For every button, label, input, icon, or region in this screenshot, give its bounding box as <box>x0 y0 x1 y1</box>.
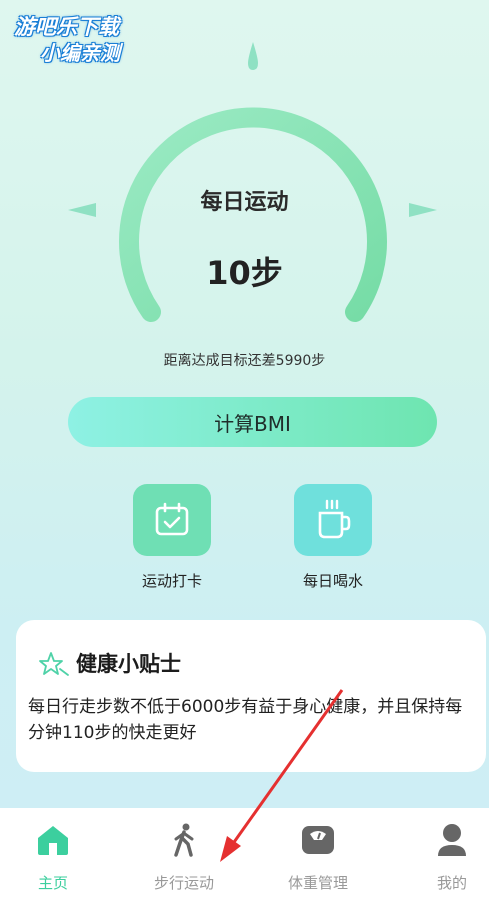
health-tips-card: 健康小贴士 每日行走步数不低于6000步有益于身心健康，并且保持每分钟110步的… <box>16 620 486 772</box>
exercise-checkin-label: 运动打卡 <box>141 572 202 590</box>
cup-icon <box>318 499 351 539</box>
nav-item-mine[interactable]: 我的 <box>402 820 489 893</box>
daily-water-button[interactable]: 每日喝水 <box>278 484 388 591</box>
nav-item-walking[interactable]: 步行运动 <box>134 820 234 893</box>
nav-label-mine: 我的 <box>436 874 467 892</box>
remaining-steps-text: 距离达成目标还差5990步 <box>163 353 326 369</box>
health-tips-title: 健康小贴士 <box>76 652 181 676</box>
walk-icon <box>174 823 194 857</box>
exercise-checkin-button[interactable]: 运动打卡 <box>117 484 227 591</box>
gauge-title: 每日运动 <box>200 190 289 215</box>
calculate-bmi-button[interactable]: 计算BMI <box>68 397 437 447</box>
gauge-top-marker <box>248 42 258 70</box>
scale-icon <box>302 826 334 854</box>
daily-water-tile[interactable] <box>294 484 372 556</box>
gauge-step-count: 10步 <box>206 254 283 292</box>
daily-water-label: 每日喝水 <box>302 572 363 590</box>
home-icon <box>38 826 68 855</box>
health-tips-header: 健康小贴士 <box>38 648 181 678</box>
star-outline-icon <box>39 652 69 676</box>
user-icon <box>438 824 466 856</box>
nav-item-home[interactable]: 主页 <box>3 820 103 893</box>
nav-label-walking: 步行运动 <box>153 874 214 892</box>
calendar-check-icon <box>155 502 189 536</box>
bottom-navigation: 主页 步行运动 体重管理 我的 <box>0 808 489 897</box>
nav-label-home: 主页 <box>37 874 68 892</box>
health-tips-body: 每日行走步数不低于6000步有益于身心健康，并且保持每分钟110步的快走更好 <box>28 697 463 743</box>
calculate-bmi-label: 计算BMI <box>214 411 291 436</box>
nav-label-weight: 体重管理 <box>287 874 348 892</box>
exercise-checkin-tile[interactable] <box>133 484 211 556</box>
nav-item-weight[interactable]: 体重管理 <box>268 820 368 893</box>
